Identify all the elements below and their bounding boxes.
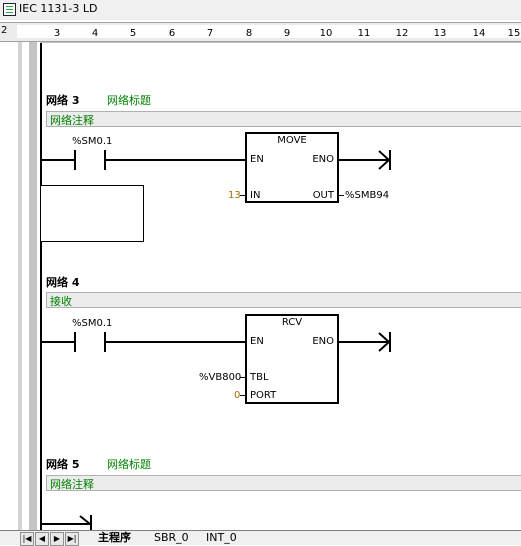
network-title: 网络 5 [46,458,80,471]
ruler-tick: 13 [433,28,447,39]
pin-in: IN [250,190,261,201]
network-comment-text: 网络注释 [50,114,94,127]
network-comment-text: 网络注释 [50,478,94,491]
tab-main-program[interactable]: 主程序 [98,531,131,545]
column-ruler: 2 3 4 5 6 7 8 9 10 11 12 13 14 15 [0,22,521,42]
move-block[interactable]: MOVE EN ENO IN OUT [245,132,339,203]
ladder-app-icon [3,3,16,16]
editor-left-margin-shade [29,42,37,530]
tab-int-0[interactable]: INT_0 [206,531,237,545]
pin-tbl: TBL [250,372,269,383]
ruler-start-number: 2 [1,25,8,36]
pin-eno: ENO [312,336,334,347]
network-comment[interactable]: 网络注释 [46,475,521,491]
out-value[interactable]: %SMB94 [345,190,389,201]
ruler-tick: 12 [395,28,409,39]
ruler-tick: 14 [472,28,486,39]
pin-en: EN [250,336,264,347]
ruler-tick: 6 [168,28,176,39]
empty-instruction-box[interactable] [40,185,144,242]
network-subtitle[interactable]: 网络标题 [107,92,151,108]
ruler-tick: 7 [206,28,214,39]
pin-out: OUT [312,190,334,201]
tab-sbr-0[interactable]: SBR_0 [154,531,189,545]
rung-end-arrow-icon [378,332,391,352]
ruler-tick: 5 [129,28,137,39]
ruler-tick: 3 [53,28,61,39]
block-name: RCV [281,317,303,328]
rung-end-arrow-icon [378,150,391,170]
power-rail [40,42,42,532]
pin-eno: ENO [312,154,334,165]
network-comment[interactable]: 接收 [46,292,521,308]
rung-wire [42,341,75,343]
editor-left-margin [18,42,22,530]
block-name: MOVE [277,135,307,146]
pin-stub [240,395,246,396]
rung-wire [42,159,75,161]
ruler-tick: 8 [245,28,253,39]
ruler-tick: 10 [319,28,333,39]
title-bar: IEC 1131-3 LD [0,0,521,20]
contact-left-bar[interactable] [74,332,76,352]
pin-stub [338,195,344,196]
contact-address: %SM0.1 [72,136,113,147]
window-title: IEC 1131-3 LD [19,2,98,15]
ruler-tick: 15 [507,28,521,39]
rcv-block[interactable]: RCV EN ENO TBL PORT [245,314,339,404]
network-separator [40,42,521,43]
ruler-tick: 11 [357,28,371,39]
program-tab-bar: |◀ ◀ ▶ ▶| 主程序 SBR_0 INT_0 [0,530,521,546]
in-value[interactable]: 13 [228,190,241,201]
rung-wire [105,159,247,161]
network-title: 网络 4 [46,276,80,289]
network-title: 网络 3 [46,94,80,107]
contact-left-bar[interactable] [74,150,76,170]
network-comment[interactable]: 网络注释 [46,111,521,127]
pin-stub [240,377,246,378]
ruler-scale: 3 4 5 6 7 8 9 10 11 12 13 14 15 [17,25,521,39]
rung-end-arrow-icon [79,515,92,530]
network-comment-text: 接收 [50,295,72,308]
pin-stub [240,195,246,196]
ruler-tick: 9 [283,28,291,39]
tbl-value[interactable]: %VB800 [199,372,241,383]
network-subtitle[interactable]: 网络标题 [107,456,151,472]
pin-port: PORT [250,390,277,401]
rung-wire [105,341,247,343]
contact-address: %SM0.1 [72,318,113,329]
ruler-tick: 4 [91,28,99,39]
pin-en: EN [250,154,264,165]
